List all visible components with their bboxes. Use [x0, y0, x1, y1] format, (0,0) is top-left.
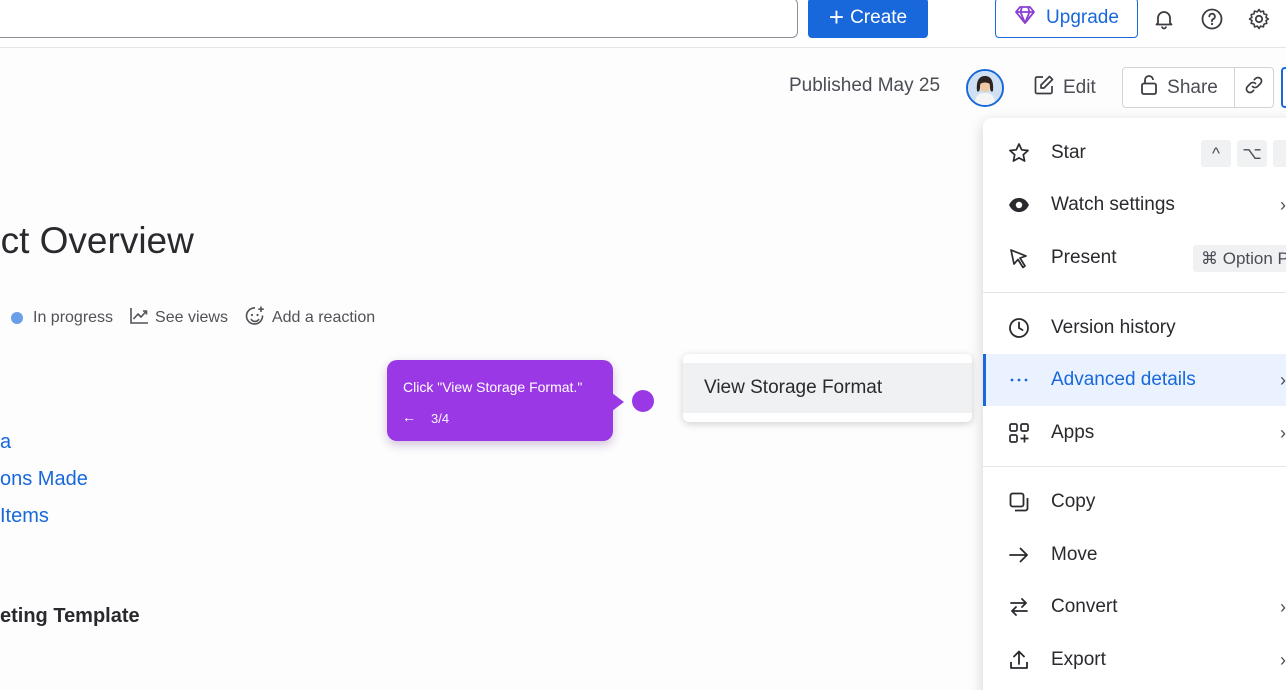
share-button[interactable]: Share	[1123, 68, 1235, 107]
copy-icon	[1007, 490, 1031, 514]
chevron-right-icon: ›	[1280, 369, 1286, 390]
create-button-label: Create	[850, 7, 908, 28]
swap-arrows-icon	[1007, 595, 1031, 619]
menu-item-watch-settings[interactable]: Watch settings ›	[983, 179, 1286, 231]
settings-gear-icon[interactable]	[1246, 6, 1272, 32]
menu-item-label: Copy	[1051, 491, 1096, 512]
avatar[interactable]	[966, 69, 1004, 107]
menu-item-advanced-details[interactable]: Advanced details ›	[983, 354, 1286, 406]
chevron-right-icon: ›	[1280, 422, 1286, 443]
clock-icon	[1007, 316, 1031, 340]
menu-item-star[interactable]: Star ^ ⌥ I	[983, 127, 1286, 179]
shortcut-key: I	[1273, 140, 1286, 167]
upload-export-icon	[1007, 648, 1031, 672]
menu-item-present[interactable]: Present ⌘ Option P	[983, 232, 1286, 284]
edit-button-label: Edit	[1063, 77, 1096, 98]
pencil-icon	[1033, 74, 1055, 102]
apps-grid-icon	[1007, 421, 1031, 445]
upgrade-button[interactable]: Upgrade	[995, 0, 1138, 38]
upgrade-button-label: Upgrade	[1046, 7, 1119, 28]
menu-item-version-history[interactable]: Version history	[983, 302, 1286, 354]
add-reaction-button[interactable]: Add a reaction	[244, 305, 375, 332]
menu-item-label: Export	[1051, 649, 1106, 670]
diamond-icon	[1014, 5, 1036, 31]
copy-link-button[interactable]	[1235, 68, 1273, 107]
toc-link[interactable]: Items	[0, 505, 49, 528]
view-storage-format-menu-item[interactable]: View Storage Format	[683, 363, 972, 413]
menu-item-label: Convert	[1051, 596, 1118, 617]
more-dots-icon	[1007, 368, 1031, 392]
menu-divider	[983, 292, 1286, 293]
shortcut-key: ⌥	[1237, 140, 1267, 167]
see-views-button[interactable]: See views	[129, 307, 228, 330]
present-pointer-icon	[1007, 246, 1031, 270]
status-label[interactable]: In progress	[33, 309, 113, 327]
toc-link[interactable]: a	[0, 431, 11, 454]
menu-item-label: Star	[1051, 142, 1086, 163]
menu-divider	[983, 466, 1286, 467]
share-button-group: Share	[1122, 67, 1274, 108]
published-date: Published May 25	[789, 75, 941, 96]
create-button[interactable]: + Create	[808, 0, 928, 38]
page-meta-row: In progress See views Add a reaction	[0, 306, 391, 330]
menu-item-label: Present	[1051, 247, 1117, 268]
chevron-right-icon: ›	[1280, 596, 1286, 617]
star-icon	[1007, 141, 1031, 165]
status-text: In progress	[33, 309, 114, 326]
unlock-icon	[1139, 74, 1159, 102]
chevron-right-icon: ›	[1280, 649, 1286, 670]
more-actions-menu: Star ^ ⌥ I Watch settings › Present ⌘ Op…	[983, 118, 1286, 690]
see-views-label: See views	[155, 309, 228, 326]
help-icon[interactable]	[1199, 6, 1225, 32]
menu-item-move[interactable]: Move	[983, 529, 1286, 581]
link-icon	[1243, 74, 1265, 101]
top-navigation-bar: + Create Upgrade	[0, 0, 1286, 48]
status-dot-icon	[11, 312, 23, 324]
tour-tooltip: Click "View Storage Format." ← 3/4	[387, 360, 624, 441]
menu-item-convert[interactable]: Convert ›	[983, 581, 1286, 633]
tour-instruction-text: Click "View Storage Format."	[403, 379, 583, 395]
menu-item-export[interactable]: Export ›	[983, 634, 1286, 686]
add-reaction-label: Add a reaction	[271, 309, 376, 326]
advanced-details-submenu: View Storage Format	[683, 354, 972, 422]
menu-item-label: Advanced details	[1051, 369, 1196, 390]
menu-item-apps[interactable]: Apps ›	[983, 407, 1286, 459]
eye-icon	[1007, 193, 1031, 217]
plus-icon: +	[828, 2, 845, 32]
edit-button[interactable]: Edit	[1033, 70, 1096, 106]
arrow-right-icon	[1007, 543, 1031, 567]
tour-step-counter: 3/4	[431, 411, 450, 426]
menu-item-label: Version history	[1051, 317, 1176, 338]
notifications-bell-icon[interactable]	[1151, 6, 1177, 32]
shortcut-key: ^	[1201, 140, 1231, 167]
trend-chart-icon	[129, 307, 149, 330]
shortcut-key: ⌘ Option P	[1193, 245, 1286, 272]
add-emoji-icon	[244, 305, 266, 332]
search-input[interactable]	[0, 0, 798, 38]
menu-item-label: Apps	[1051, 422, 1095, 443]
share-button-label: Share	[1167, 76, 1218, 98]
menu-item-label: Watch settings	[1051, 194, 1175, 215]
page-title: ect Overview	[0, 220, 194, 261]
toc-link[interactable]: ons Made	[0, 468, 88, 491]
menu-item-label: Move	[1051, 544, 1098, 565]
more-actions-button[interactable]	[1281, 67, 1286, 108]
menu-item-copy[interactable]: Copy	[983, 476, 1286, 528]
chevron-right-icon: ›	[1280, 194, 1286, 215]
section-heading: eting Template	[0, 605, 140, 627]
tour-hotspot-dot	[632, 390, 654, 412]
back-arrow-icon[interactable]: ←	[402, 409, 416, 425]
